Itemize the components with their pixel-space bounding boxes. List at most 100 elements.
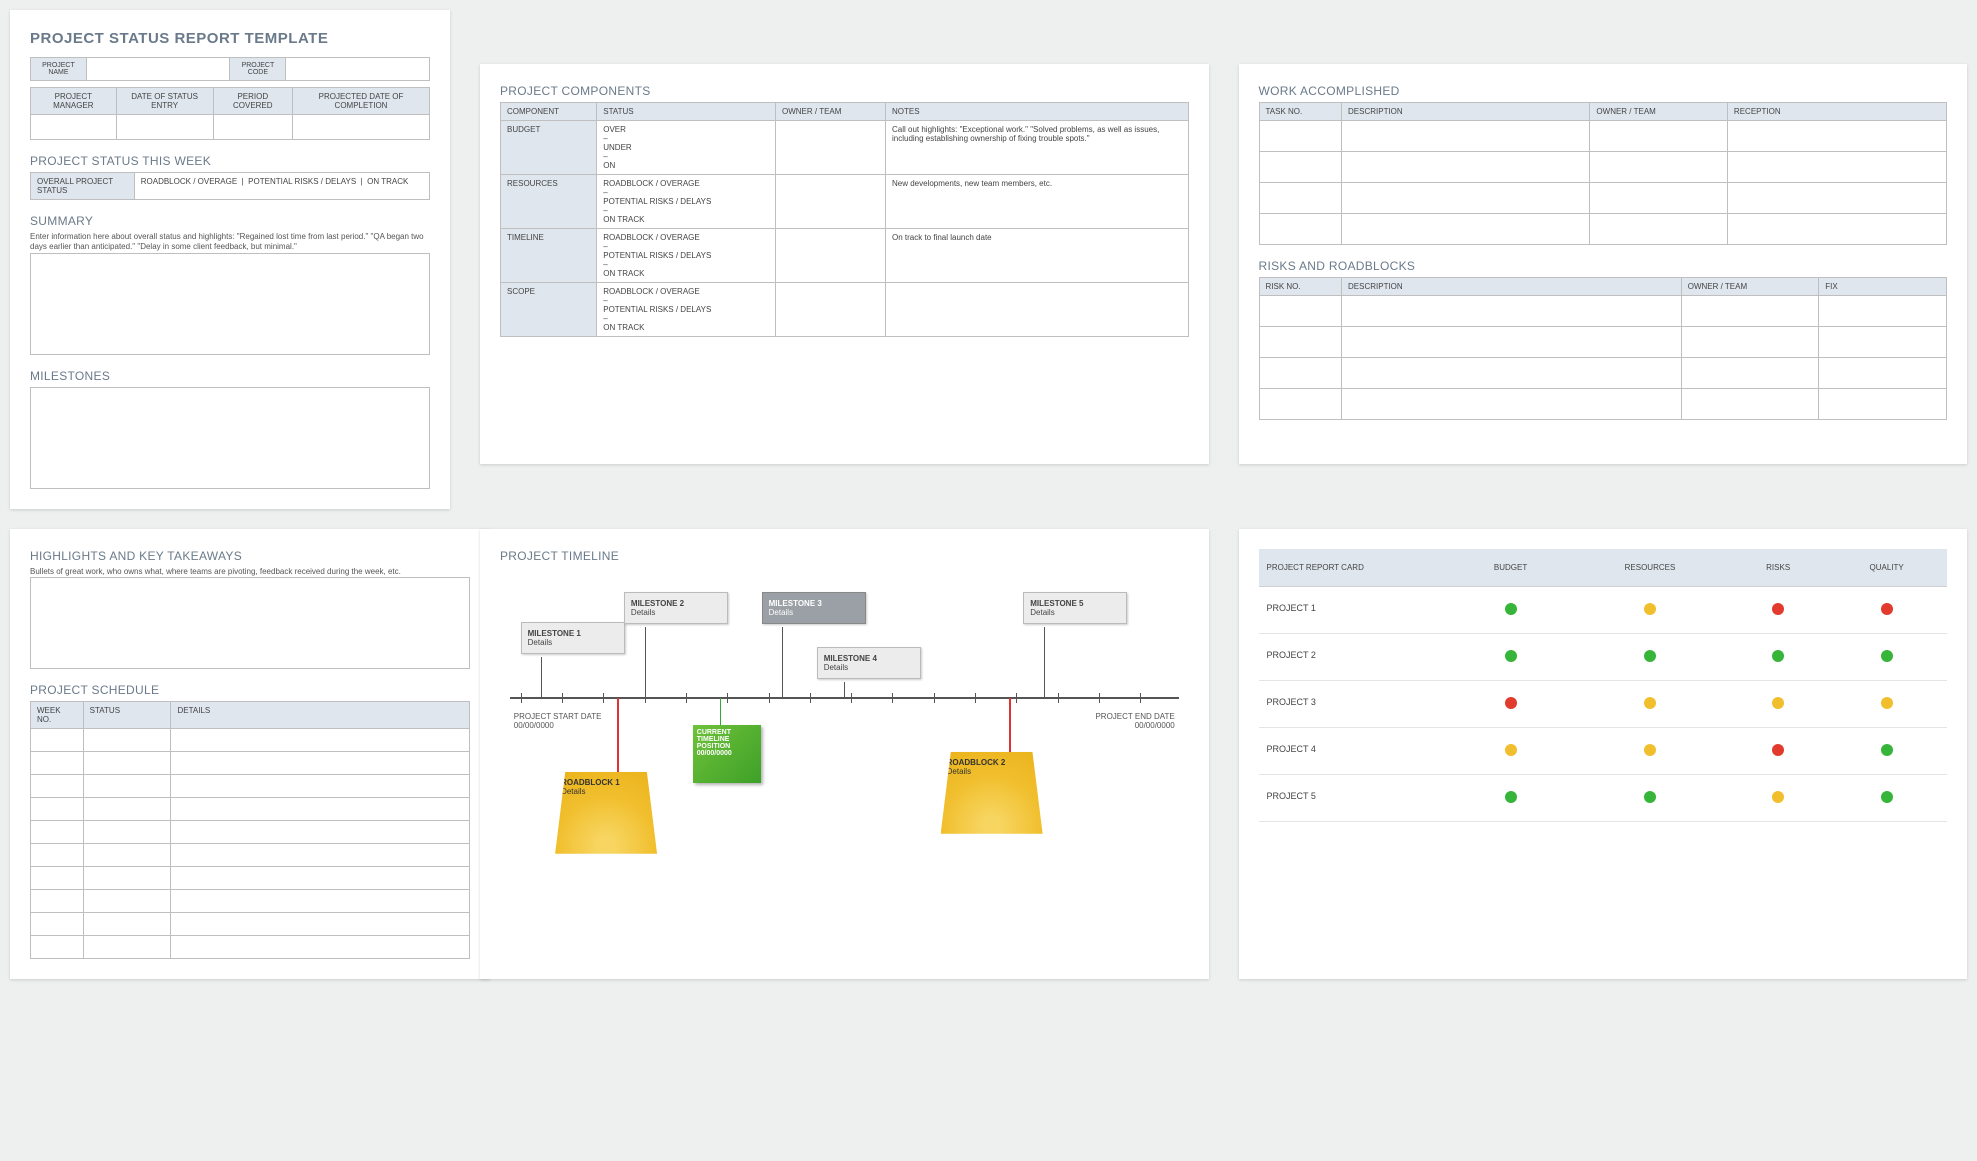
report-card-row: PROJECT 1 [1259,586,1948,633]
status-dot-r [1881,603,1893,615]
timeline-heading: PROJECT TIMELINE [500,549,1189,563]
milestones-heading: MILESTONES [30,369,430,383]
template-page-4: HIGHLIGHTS AND KEY TAKEAWAYS Bullets of … [10,529,490,979]
highlights-heading: HIGHLIGHTS AND KEY TAKEAWAYS [30,549,470,563]
status-dot-y [1644,744,1656,756]
overall-status-label: OVERALL PROJECT STATUS [31,173,135,200]
highlights-box[interactable] [30,577,470,669]
table-row [1259,214,1947,245]
milestones-box[interactable] [30,387,430,489]
table-row [31,729,470,752]
table-row [31,867,470,890]
milestone-1: MILESTONE 1Details [521,622,625,654]
status-dot-g [1505,650,1517,662]
project-name-label: PROJECT NAME [31,58,87,81]
status-dot-r [1772,603,1784,615]
milestone-4: MILESTONE 4Details [817,647,921,679]
milestone-5: MILESTONE 5Details [1023,592,1127,624]
table-row [31,844,470,867]
project-code-label: PROJECT CODE [230,58,286,81]
work-accomplished-table: TASK NO.DESCRIPTIONOWNER / TEAMRECEPTION [1259,102,1948,245]
roadblock-1: ROADBLOCK 1Details [555,772,657,854]
status-dot-r [1505,697,1517,709]
table-row [1259,358,1947,389]
project-name-cell: PROJECT 4 [1259,727,1452,774]
table-row [1259,183,1947,214]
status-dot-y [1772,697,1784,709]
table-row: BUDGETOVER – UNDER – ONCall out highligh… [501,121,1189,175]
project-name-cell: PROJECT 2 [1259,633,1452,680]
timeline-axis [510,697,1179,699]
table-row: TIMELINEROADBLOCK / OVERAGE – POTENTIAL … [501,229,1189,283]
status-dot-g [1772,650,1784,662]
work-accomplished-heading: WORK ACCOMPLISHED [1259,84,1948,98]
report-card-row: PROJECT 3 [1259,680,1948,727]
status-dot-y [1644,697,1656,709]
header-table: PROJECT NAME PROJECT CODE [30,57,430,81]
summary-box[interactable] [30,253,430,355]
status-dot-g [1881,650,1893,662]
template-page-6: PROJECT REPORT CARD BUDGET RESOURCES RIS… [1239,529,1968,979]
schedule-table: WEEK NO.STATUSDETAILS [30,701,470,959]
status-dot-g [1505,791,1517,803]
components-heading: PROJECT COMPONENTS [500,84,1189,98]
table-row [31,752,470,775]
completion-label: PROJECTED DATE OF COMPLETION [293,88,430,115]
table-row [1259,121,1947,152]
period-label: PERIOD COVERED [213,88,292,115]
status-dot-y [1881,697,1893,709]
project-name-cell: PROJECT 1 [1259,586,1452,633]
table-row [1259,152,1947,183]
table-row: RESOURCESROADBLOCK / OVERAGE – POTENTIAL… [501,175,1189,229]
project-name-cell: PROJECT 3 [1259,680,1452,727]
table-row [1259,389,1947,420]
report-card-table: PROJECT REPORT CARD BUDGET RESOURCES RIS… [1259,549,1948,822]
table-row [31,798,470,821]
status-dot-y [1772,791,1784,803]
status-options[interactable]: ROADBLOCK / OVERAGE | POTENTIAL RISKS / … [134,173,429,200]
status-row: OVERALL PROJECT STATUS ROADBLOCK / OVERA… [30,172,430,200]
timeline-diagram: MILESTONE 1Details MILESTONE 2Details MI… [500,567,1189,847]
status-dot-g [1644,650,1656,662]
risks-heading: RISKS AND ROADBLOCKS [1259,259,1948,273]
project-name-cell: PROJECT 5 [1259,774,1452,821]
status-dot-g [1505,603,1517,615]
table-row: SCOPEROADBLOCK / OVERAGE – POTENTIAL RIS… [501,283,1189,337]
table-row [1259,296,1947,327]
status-dot-g [1881,791,1893,803]
table-row [31,890,470,913]
report-card-header: PROJECT REPORT CARD [1259,549,1452,587]
date-entry-label: DATE OF STATUS ENTRY [116,88,213,115]
milestone-2: MILESTONE 2Details [624,592,728,624]
components-table: COMPONENT STATUS OWNER / TEAM NOTES BUDG… [500,102,1189,337]
report-card-row: PROJECT 5 [1259,774,1948,821]
schedule-heading: PROJECT SCHEDULE [30,683,470,697]
report-card-row: PROJECT 2 [1259,633,1948,680]
status-dot-r [1772,744,1784,756]
table-row [31,775,470,798]
manager-label: PROJECT MANAGER [31,88,117,115]
highlights-hint: Bullets of great work, who owns what, wh… [30,567,470,577]
table-row [31,936,470,959]
template-page-2: PROJECT COMPONENTS COMPONENT STATUS OWNE… [480,64,1209,464]
table-row [1259,327,1947,358]
page-title: PROJECT STATUS REPORT TEMPLATE [30,30,430,47]
template-page-1: PROJECT STATUS REPORT TEMPLATE PROJECT N… [10,10,450,509]
start-date-label: PROJECT START DATE00/00/0000 [514,712,602,731]
status-dot-g [1644,791,1656,803]
template-page-3: WORK ACCOMPLISHED TASK NO.DESCRIPTIONOWN… [1239,64,1968,464]
status-dot-y [1644,603,1656,615]
template-page-5: PROJECT TIMELINE MILESTONE 1Details MILE… [480,529,1209,979]
status-dot-g [1881,744,1893,756]
meta-table: PROJECT MANAGER DATE OF STATUS ENTRY PER… [30,87,430,140]
status-dot-y [1505,744,1517,756]
risks-table: RISK NO.DESCRIPTIONOWNER / TEAMFIX [1259,277,1948,420]
summary-hint: Enter information here about overall sta… [30,232,430,253]
end-date-label: PROJECT END DATE00/00/0000 [1095,712,1174,731]
report-card-row: PROJECT 4 [1259,727,1948,774]
table-row [31,913,470,936]
status-week-heading: PROJECT STATUS THIS WEEK [30,154,430,168]
roadblock-2: ROADBLOCK 2Details [941,752,1043,834]
summary-heading: SUMMARY [30,214,430,228]
current-position-note: CURRENTTIMELINEPOSITION00/00/0000 [693,725,761,783]
